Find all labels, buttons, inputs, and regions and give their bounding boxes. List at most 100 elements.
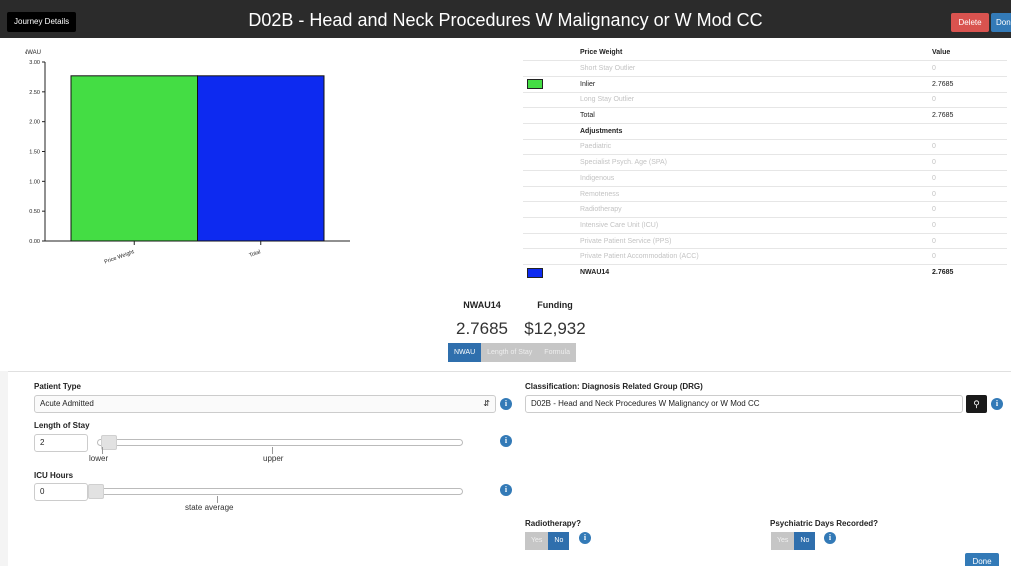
los-upper-tick bbox=[272, 447, 273, 454]
patient-type-info-icon[interactable]: i bbox=[500, 398, 512, 410]
row-name: Indigenous bbox=[576, 170, 928, 187]
header-name: Price Weight bbox=[580, 49, 623, 57]
swatch-cell bbox=[523, 201, 576, 218]
tab-length-of-stay[interactable]: Length of Stay bbox=[481, 343, 539, 362]
drg-input[interactable]: D02B - Head and Neck Procedures W Malign… bbox=[525, 395, 963, 413]
icu-label: ICU Hours bbox=[34, 471, 74, 480]
tab-nwau[interactable]: NWAU bbox=[448, 343, 482, 362]
table-row: Long Stay Outlier 0 bbox=[523, 91, 1007, 108]
delete-button[interactable]: Delete bbox=[951, 13, 989, 32]
bar-total bbox=[197, 75, 325, 242]
los-input[interactable]: 2 bbox=[34, 434, 88, 452]
done-button-top[interactable]: Done bbox=[991, 13, 1011, 32]
row-value: 0 bbox=[928, 60, 1007, 77]
psych-info-icon[interactable]: i bbox=[824, 532, 836, 544]
table-row: Paediatric 0 bbox=[523, 138, 1007, 155]
x-tick-label: Price Weight bbox=[104, 249, 136, 265]
drg-label: Classification: Diagnosis Related Group … bbox=[525, 382, 703, 391]
radiotherapy-info-icon[interactable]: i bbox=[579, 532, 591, 544]
los-info-icon[interactable]: i bbox=[500, 435, 512, 447]
swatch-cell bbox=[523, 75, 576, 93]
y-tick-label: 1.50 bbox=[29, 150, 40, 156]
table-row: Radiotherapy 0 bbox=[523, 201, 1007, 218]
swatch-cell bbox=[523, 107, 576, 124]
funding-summary-value: $12,932 bbox=[524, 319, 586, 338]
row-value: 0 bbox=[928, 154, 1007, 171]
patient-type-label: Patient Type bbox=[34, 382, 81, 391]
row-name: Private Patient Accommodation (ACC) bbox=[576, 248, 928, 265]
row-value: 0 bbox=[928, 232, 1007, 249]
los-label: Length of Stay bbox=[34, 421, 90, 430]
row-name: Total bbox=[576, 107, 928, 124]
row-name: Inlier bbox=[576, 75, 928, 93]
patient-type-value: Acute Admitted bbox=[40, 399, 94, 408]
swatch-cell bbox=[523, 264, 576, 281]
los-slider-track[interactable] bbox=[97, 439, 463, 446]
funding-summary-label: Funding bbox=[537, 300, 573, 310]
tab-formula[interactable]: Formula bbox=[538, 343, 576, 362]
icu-info-icon[interactable]: i bbox=[500, 484, 512, 496]
los-upper-label: upper bbox=[263, 454, 284, 463]
drg-info-icon[interactable]: i bbox=[991, 398, 1003, 410]
radiotherapy-yes-button[interactable]: Yes bbox=[525, 532, 549, 550]
y-axis-label: NWAU bbox=[25, 50, 41, 56]
row-value: 0 bbox=[928, 248, 1007, 265]
bar-price-weight bbox=[70, 75, 198, 242]
app-header: Journey Details D02B - Head and Neck Pro… bbox=[0, 0, 1011, 38]
view-tabs: NWAU Length of Stay Formula bbox=[448, 343, 576, 362]
swatch-cell bbox=[523, 122, 576, 140]
nwau-summary-value: 2.7685 bbox=[456, 319, 508, 338]
adjustments-value bbox=[928, 122, 1007, 140]
row-name: Remoteness bbox=[576, 185, 928, 202]
y-tick-label: 0.00 bbox=[29, 239, 40, 245]
funding-summary: Funding $12,932 bbox=[520, 300, 590, 339]
nwau-summary: NWAU14 2.7685 bbox=[447, 300, 517, 339]
page-title: D02B - Head and Neck Procedures W Malign… bbox=[248, 10, 763, 30]
swatch-cell bbox=[523, 248, 576, 265]
nwau-total-name: NWAU14 bbox=[576, 264, 928, 281]
row-name: Paediatric bbox=[576, 138, 928, 155]
table-row: Inlier 2.7685 bbox=[523, 75, 1007, 93]
psych-yes-button[interactable]: Yes bbox=[771, 532, 795, 550]
nwau-summary-label: NWAU14 bbox=[463, 300, 501, 310]
row-value: 0 bbox=[928, 138, 1007, 155]
search-icon[interactable]: ⚲ bbox=[966, 395, 987, 413]
swatch-cell bbox=[523, 232, 576, 249]
icu-slider-handle[interactable] bbox=[88, 484, 104, 499]
nwau-total-value: 2.7685 bbox=[928, 264, 1007, 281]
adjustments-name: Adjustments bbox=[576, 122, 928, 140]
icu-slider-track[interactable] bbox=[97, 488, 463, 495]
psych-no-button[interactable]: No bbox=[794, 532, 816, 550]
swatch-cell bbox=[523, 185, 576, 202]
radiotherapy-toggle: Yes No bbox=[525, 532, 570, 550]
row-name: Private Patient Service (PPS) bbox=[576, 232, 928, 249]
nwau-bar-chart: NWAU 0.00 0.50 1.00 1.50 2.00 2.50 3.00 Price We… bbox=[25, 50, 350, 266]
radiotherapy-no-button[interactable]: No bbox=[548, 532, 570, 550]
select-caret-icon: ⇵ bbox=[483, 399, 490, 408]
color-swatch bbox=[527, 79, 543, 90]
header-value: Value bbox=[932, 49, 951, 57]
row-value: 2.7685 bbox=[928, 107, 1007, 124]
row-value: 0 bbox=[928, 170, 1007, 187]
adjustments-header: Adjustments bbox=[523, 122, 1007, 140]
table-total-row: NWAU14 2.7685 bbox=[523, 264, 1007, 281]
y-tick-label: 2.50 bbox=[29, 90, 40, 96]
table-header: Price Weight Value bbox=[523, 45, 1007, 61]
y-tick-label: 2.00 bbox=[29, 120, 40, 126]
icu-state-average-label: state average bbox=[185, 503, 234, 512]
table-row: Remoteness 0 bbox=[523, 185, 1007, 202]
row-name: Radiotherapy bbox=[576, 201, 928, 218]
swatch-cell bbox=[523, 138, 576, 155]
row-value: 0 bbox=[928, 91, 1007, 108]
icu-input[interactable]: 0 bbox=[34, 483, 88, 501]
y-tick-label: 3.00 bbox=[29, 60, 40, 66]
table-row: Private Patient Accommodation (ACC) 0 bbox=[523, 248, 1007, 265]
row-name: Specialist Psych. Age (SPA) bbox=[576, 154, 928, 171]
y-tick-label: 1.00 bbox=[29, 179, 40, 185]
los-slider-handle[interactable] bbox=[101, 435, 117, 450]
patient-type-select[interactable]: Acute Admitted ⇵ bbox=[34, 395, 496, 413]
results-panel: NWAU 0.00 0.50 1.00 1.50 2.00 2.50 3.00 Price We… bbox=[0, 38, 1011, 371]
table-row: Indigenous 0 bbox=[523, 170, 1007, 187]
done-button-bottom[interactable]: Done bbox=[965, 553, 999, 566]
swatch-cell bbox=[523, 45, 576, 61]
